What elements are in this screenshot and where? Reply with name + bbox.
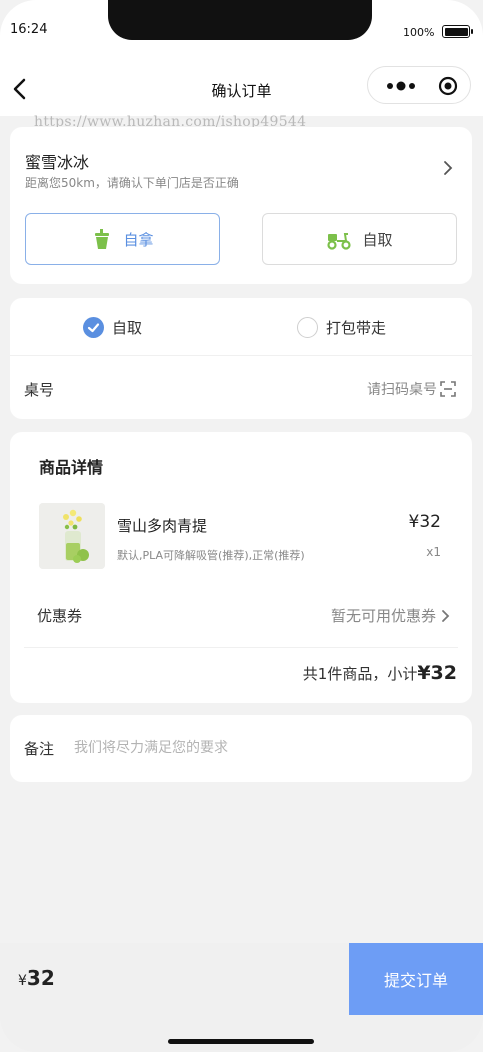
drink-cup-icon: [95, 229, 110, 249]
subtotal-prefix: 共1件商品，小计: [302, 665, 418, 683]
goods-card: 商品详情 雪山多肉青提 默认,PLA可降解吸管(推荐),正常(推荐) ¥32 x…: [10, 432, 472, 703]
submit-order-button[interactable]: 提交订单: [349, 943, 483, 1015]
status-bar: 16:24 100%: [0, 0, 483, 60]
status-time: 16:24: [10, 22, 48, 37]
radio-takeaway[interactable]: 打包带走: [297, 317, 386, 338]
home-indicator: [168, 1039, 314, 1044]
product-name: 雪山多肉青提: [117, 517, 208, 535]
battery-percent: 100%: [403, 26, 435, 39]
mode-label: 自拿: [123, 230, 154, 249]
currency-symbol: ¥: [18, 973, 27, 989]
more-icon[interactable]: [386, 78, 416, 94]
store-card: 蜜雪冰冰 距离您50km，请确认下单门店是否正确 自拿 自取: [10, 127, 472, 284]
coupon-row[interactable]: 优惠券 暂无可用优惠券: [24, 590, 458, 648]
total-amount: 32: [26, 966, 55, 990]
chevron-right-icon: [442, 610, 450, 622]
product-spec: 默认,PLA可降解吸管(推荐),正常(推荐): [117, 549, 305, 562]
goods-section-title: 商品详情: [39, 458, 104, 477]
radio-label: 自取: [112, 319, 143, 337]
store-name[interactable]: 蜜雪冰冰: [25, 149, 89, 173]
pickup-card: 自取 打包带走 桌号 请扫码桌号: [10, 298, 472, 419]
pickup-options: 自取 打包带走: [10, 298, 472, 356]
note-label: 备注: [24, 740, 55, 758]
coupon-value: 暂无可用优惠券: [330, 607, 436, 625]
mode-label: 自取: [362, 230, 393, 249]
subtotal-amount: ¥32: [417, 662, 457, 684]
phone-screen: 16:24 100% 确认订单 https://www.huzhan.com/i…: [0, 0, 483, 1052]
close-miniprogram-icon[interactable]: [438, 76, 458, 96]
product-price: ¥32: [408, 512, 441, 532]
radio-label: 打包带走: [326, 319, 387, 337]
table-number-label: 桌号: [24, 381, 55, 399]
mini-program-capsule: [367, 66, 471, 104]
product-image: [39, 503, 105, 569]
battery-icon: [442, 25, 473, 38]
note-card: 备注: [10, 715, 472, 782]
note-input[interactable]: [74, 735, 454, 761]
checked-icon: [83, 317, 104, 338]
product-quantity: x1: [426, 545, 441, 559]
mode-button-self-take[interactable]: 自拿: [25, 213, 220, 265]
unchecked-icon: [297, 317, 318, 338]
radio-self-pickup[interactable]: 自取: [83, 317, 142, 338]
chevron-right-icon[interactable]: [440, 159, 456, 177]
order-total: ¥32: [18, 966, 55, 990]
scooter-icon: [327, 233, 352, 250]
mode-button-pickup[interactable]: 自取: [262, 213, 457, 265]
nav-bar: 确认订单: [0, 60, 483, 116]
scan-table-button[interactable]: 请扫码桌号: [367, 379, 456, 399]
checkout-bar: ¥32 提交订单: [0, 943, 483, 1052]
scan-table-label: 请扫码桌号: [367, 382, 437, 398]
coupon-label: 优惠券: [37, 607, 83, 625]
scan-icon: [440, 381, 456, 397]
store-distance-hint: 距离您50km，请确认下单门店是否正确: [25, 176, 239, 190]
notch: [108, 0, 372, 40]
subtotal: 共1件商品，小计¥32: [303, 662, 457, 684]
